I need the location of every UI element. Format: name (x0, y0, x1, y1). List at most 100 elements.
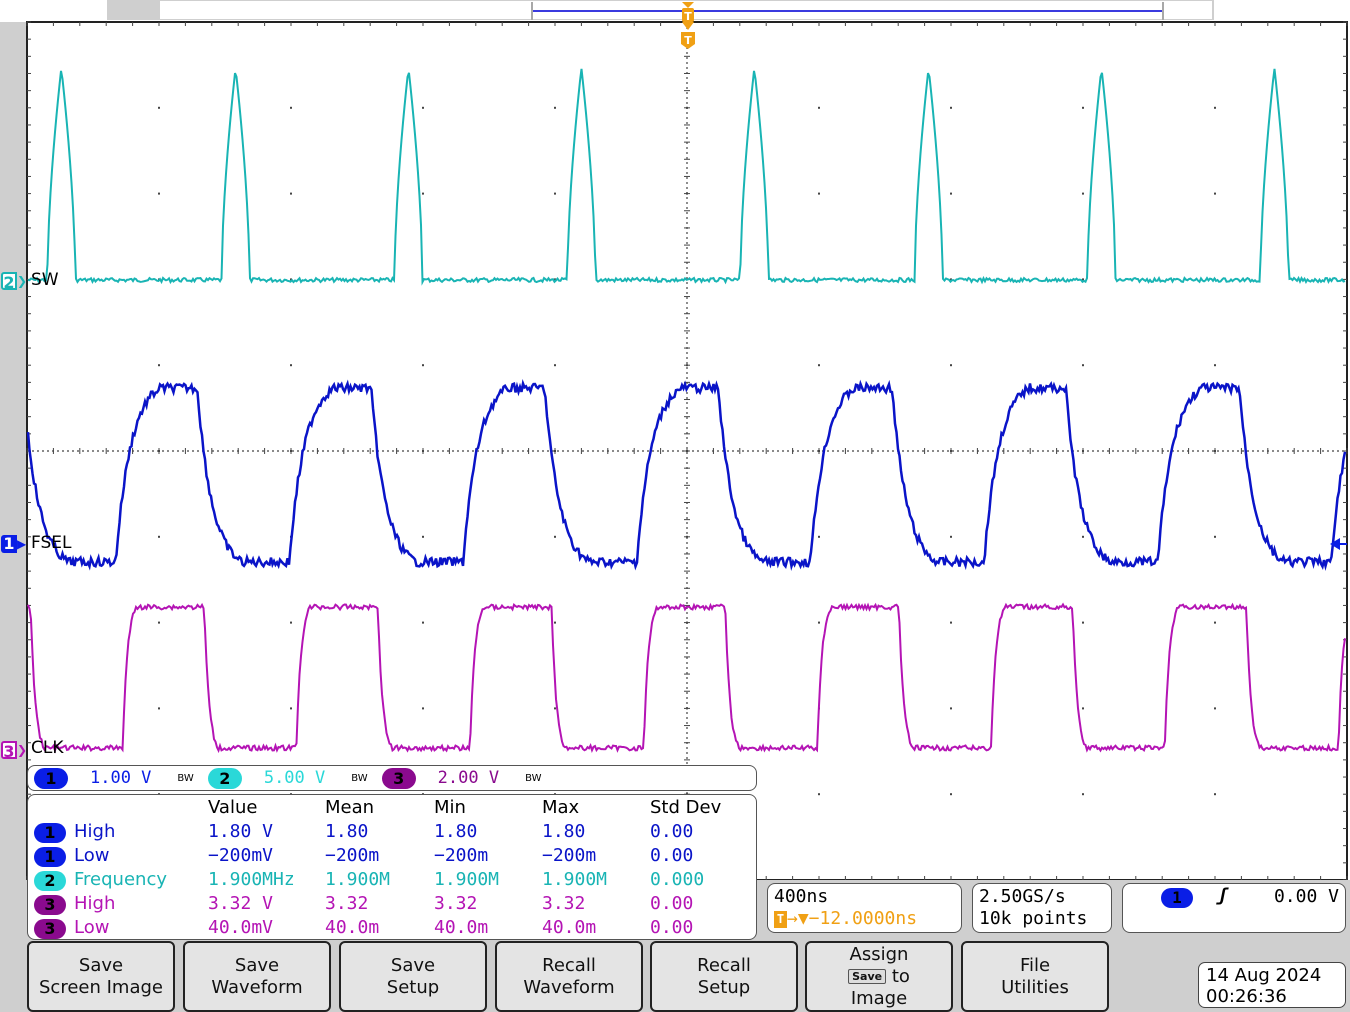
ch1-scale-value[interactable]: 1.00 V (90, 768, 151, 788)
timebase-value: 400ns (774, 886, 829, 907)
grid-dot (554, 192, 556, 195)
button-label-line1: Save (78, 954, 124, 976)
grid-dot (422, 535, 424, 538)
measurement-std: 0.000 (650, 869, 705, 890)
measurement-channel-badge: 1 (34, 847, 66, 867)
measurement-max: 40.0m (542, 917, 597, 938)
measurement-channel-badge: 3 (34, 895, 66, 915)
channel-2-marker[interactable]: 2 ❯ (1, 271, 27, 292)
grid-dot (554, 535, 556, 538)
button-label-line1: Save (234, 954, 280, 976)
grid-dot (290, 707, 292, 710)
ch3-scale-badge[interactable]: 3 (381, 767, 416, 789)
button-label-line2: Waveform (523, 976, 615, 998)
measurement-max: 1.80 (542, 821, 586, 842)
assign-save-to-image-button[interactable]: Assign Save to Image (805, 941, 953, 1012)
save-waveform-button[interactable]: Save Waveform (183, 941, 331, 1012)
measurement-value: 40.0mV (208, 917, 274, 938)
save-screen-image-button[interactable]: Save Screen Image (27, 941, 175, 1012)
grid-dot (950, 106, 952, 109)
grid-dot (554, 621, 556, 624)
measurement-panel[interactable]: Value Mean Min Max Std Dev 1 High 1.80 V 1.… (27, 794, 757, 940)
header-min: Min (434, 797, 466, 818)
header-mean: Mean (325, 797, 375, 818)
grid-dot (818, 192, 820, 195)
button-label-line2: to (891, 965, 910, 987)
ch3-scale-value[interactable]: 2.00 V (438, 768, 499, 788)
grid-dot (1214, 535, 1216, 538)
ch2-scale-value[interactable]: 5.00 V (264, 768, 325, 788)
button-label-line3: Image (850, 987, 908, 1009)
button-label-line1: File (1019, 954, 1051, 976)
grid-dot (422, 621, 424, 624)
grid-dot (1214, 621, 1216, 624)
channel-label-clk: CLK (31, 738, 64, 758)
channel-1-marker[interactable]: 1 ▶ (1, 534, 27, 554)
grid-dot (818, 535, 820, 538)
button-label-line1: Recall (542, 954, 596, 976)
measurement-max: 3.32 (542, 893, 586, 914)
grid-dot (818, 621, 820, 624)
grid-dot (158, 106, 160, 109)
grid-dot (158, 707, 160, 710)
acquisition-settings-box[interactable]: 2.50GS/s 10k points (972, 883, 1112, 933)
channel-marker-arrow-icon: ❯ (16, 743, 27, 757)
button-label-line2: Waveform (211, 976, 303, 998)
save-setup-button[interactable]: Save Setup (339, 941, 487, 1012)
date-time-display: 14 Aug 2024 00:26:36 (1198, 962, 1346, 1008)
graticule (26, 21, 1348, 880)
waveform-sw (27, 68, 1346, 286)
grid-dot (950, 793, 952, 796)
grid-dot (1214, 192, 1216, 195)
time: 00:26:36 (1206, 986, 1287, 1007)
trigger-settings-box[interactable]: 1 ʃ 0.00 V (1122, 883, 1346, 933)
grid-dot (950, 621, 952, 624)
header-max: Max (542, 797, 580, 818)
button-label-line2: Setup (386, 976, 440, 998)
measurement-mean: 1.900M (325, 869, 391, 890)
grid-dot (1082, 707, 1084, 710)
grid-dot (290, 364, 292, 367)
button-label-line1: Assign (849, 943, 909, 965)
grid-dot (1082, 364, 1084, 367)
horizontal-settings-box[interactable]: 400ns T →▼−12.0000ns (767, 883, 962, 933)
measurement-std: 0.00 (650, 845, 694, 866)
measurement-value: 3.32 V (208, 893, 274, 914)
ch2-bandwidth-limit-icon: BW (351, 772, 368, 784)
svg-text:T: T (684, 34, 692, 47)
ch1-scale-badge[interactable]: 1 (34, 767, 68, 789)
recall-waveform-button[interactable]: Recall Waveform (495, 941, 643, 1012)
trigger-icon: T (774, 910, 787, 928)
button-label-line1: Recall (697, 954, 751, 976)
channel-label-fsel: FSEL (31, 533, 72, 553)
record-length: 10k points (979, 908, 1088, 929)
trigger-level: 0.00 V (1273, 886, 1339, 907)
svg-text:T: T (684, 10, 692, 23)
measurement-name: Low (74, 845, 110, 866)
measurement-mean: 40.0m (325, 917, 380, 938)
measurement-mean: 1.80 (325, 821, 369, 842)
measurement-name: High (74, 821, 116, 842)
grid-dot (950, 192, 952, 195)
measurement-max: 1.900M (542, 869, 608, 890)
grid-dot (1082, 621, 1084, 624)
grid-dot (1082, 793, 1084, 796)
button-label-line2: Screen Image (39, 976, 163, 998)
file-utilities-button[interactable]: File Utilities (961, 941, 1109, 1012)
grid-dot (1214, 793, 1216, 796)
trigger-position-marker[interactable]: T (681, 22, 695, 49)
measurement-min: 3.32 (434, 893, 478, 914)
measurement-channel-badge: 2 (34, 871, 66, 891)
channel-3-marker[interactable]: 3 ❯ (1, 740, 27, 761)
recall-setup-button[interactable]: Recall Setup (650, 941, 798, 1012)
measurement-max: −200m (542, 845, 597, 866)
button-label-line1: Save (390, 954, 436, 976)
measurement-value: −200mV (208, 845, 274, 866)
ch2-scale-badge[interactable]: 2 (207, 767, 242, 789)
grid-dot (950, 364, 952, 367)
channel-label-sw: SW (31, 270, 59, 290)
header-value: Value (208, 797, 258, 818)
grid-dot (554, 106, 556, 109)
trigger-marker-top[interactable]: T (682, 2, 694, 23)
measurement-row: 3 Low 40.0mV 40.0m 40.0m 40.0m 0.00 (28, 917, 756, 941)
